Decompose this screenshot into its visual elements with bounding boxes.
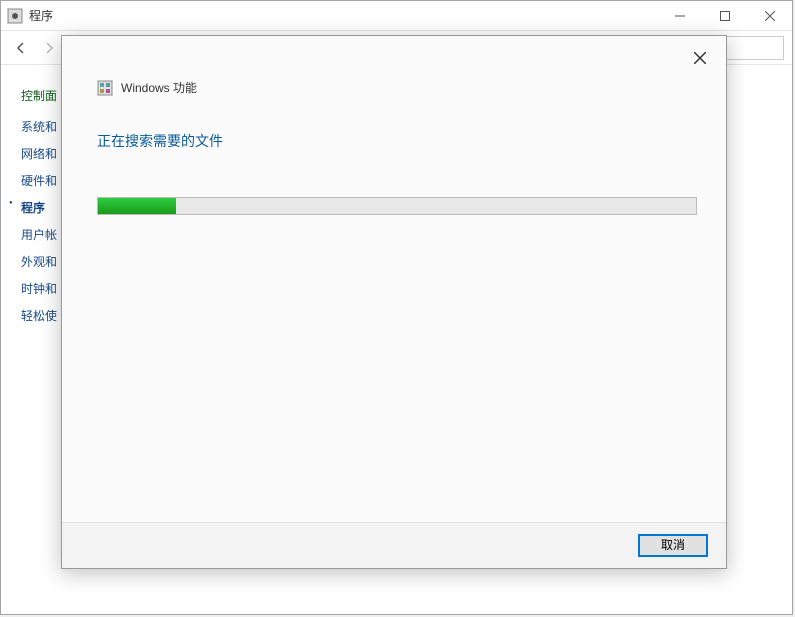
cancel-button[interactable]: 取消	[638, 534, 708, 557]
dialog-subtitle: 正在搜索需要的文件	[97, 131, 223, 151]
window-controls	[657, 1, 792, 30]
sidebar-item-hardware[interactable]: 硬件和	[21, 172, 61, 189]
sidebar-heading: 控制面	[21, 87, 61, 104]
sidebar-list: 系统和 网络和 硬件和 程序 用户帐 外观和 时钟和 轻松使	[21, 118, 61, 324]
sidebar-item-ease[interactable]: 轻松使	[21, 307, 61, 324]
windows-features-dialog: Windows 功能 正在搜索需要的文件 取消	[61, 35, 727, 569]
progress-bar	[97, 197, 697, 215]
sidebar-item-clock[interactable]: 时钟和	[21, 280, 61, 297]
sidebar-item-network[interactable]: 网络和	[21, 145, 61, 162]
app-icon	[7, 8, 23, 24]
sidebar: 控制面 系统和 网络和 硬件和 程序 用户帐 外观和 时钟和 轻松使	[1, 69, 61, 614]
sidebar-item-appearance[interactable]: 外观和	[21, 253, 61, 270]
maximize-button[interactable]	[702, 1, 747, 30]
titlebar: 程序	[1, 1, 792, 31]
sidebar-item-users[interactable]: 用户帐	[21, 226, 61, 243]
dialog-footer: 取消	[62, 522, 726, 568]
window-title: 程序	[29, 7, 657, 24]
dialog-close-button[interactable]	[688, 46, 712, 70]
close-button[interactable]	[747, 1, 792, 30]
dialog-header: Windows 功能	[97, 79, 197, 96]
sidebar-item-programs[interactable]: 程序	[21, 199, 61, 216]
nav-back-button[interactable]	[9, 36, 33, 60]
dialog-title: Windows 功能	[121, 79, 197, 96]
progress-fill	[98, 198, 176, 214]
windows-features-icon	[97, 80, 113, 96]
sidebar-item-system[interactable]: 系统和	[21, 118, 61, 135]
nav-forward-button[interactable]	[37, 36, 61, 60]
minimize-button[interactable]	[657, 1, 702, 30]
